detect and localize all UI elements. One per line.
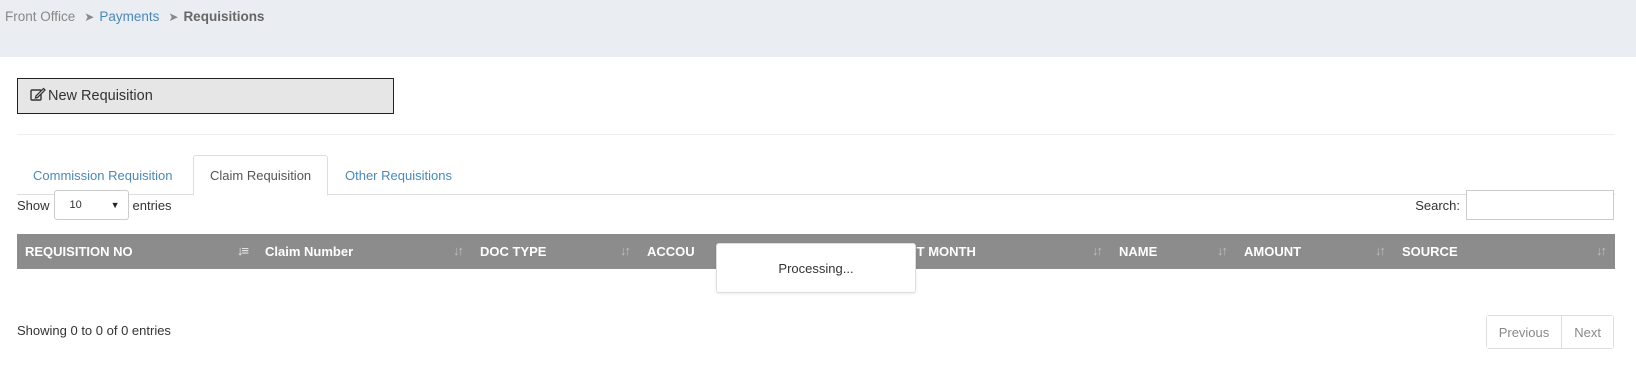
sort-icon: ↓↑: [453, 243, 464, 258]
edit-icon: [30, 87, 48, 106]
search-label: Search:: [1415, 197, 1460, 213]
next-button[interactable]: Next: [1561, 316, 1613, 348]
column-label: Claim Number: [265, 244, 354, 259]
sort-asc-icon: ↓≡: [236, 243, 249, 258]
top-bar: Front Office ➤ Payments ➤ Requisitions: [0, 0, 1636, 57]
column-requisition-no[interactable]: REQUISITION NO ↓≡: [17, 234, 257, 269]
caret-down-icon: ▼: [110, 200, 120, 210]
previous-button[interactable]: Previous: [1486, 316, 1562, 348]
new-requisition-label: New Requisition: [48, 88, 153, 104]
table-info: Showing 0 to 0 of 0 entries: [17, 323, 171, 338]
divider: [17, 134, 1615, 135]
breadcrumb-arrow-icon: ➤: [168, 9, 179, 24]
column-label: REQUISITION NO: [25, 244, 133, 259]
breadcrumb: Front Office ➤ Payments ➤ Requisitions: [5, 9, 264, 24]
show-label: Show: [17, 197, 50, 213]
column-source[interactable]: SOURCE ↓↑: [1394, 234, 1615, 269]
column-label: SOURCE: [1402, 244, 1458, 259]
column-doc-type[interactable]: DOC TYPE ↓↑: [472, 234, 639, 269]
sort-icon: ↓↑: [1092, 243, 1103, 258]
column-label: AMOUNT: [1244, 244, 1302, 259]
column-name[interactable]: NAME ↓↑: [1111, 234, 1236, 269]
column-amount[interactable]: AMOUNT ↓↑: [1236, 234, 1394, 269]
tab-other-requisitions[interactable]: Other Requisitions: [329, 155, 468, 196]
sort-icon: ↓↑: [620, 243, 631, 258]
column-label: DOC TYPE: [480, 244, 547, 259]
pagination: Previous Next: [1485, 315, 1614, 349]
breadcrumb-current: Requisitions: [183, 9, 265, 24]
requisition-tabs: Commission Requisition Claim Requisition…: [17, 155, 1615, 196]
main-content: New Requisition Commission Requisition C…: [0, 57, 1636, 376]
entries-select-value: 10: [69, 199, 82, 211]
column-label: ACCOU: [647, 244, 695, 259]
sort-icon: ↓↑: [1596, 243, 1607, 258]
processing-indicator: Processing...: [716, 243, 916, 293]
breadcrumb-home: Front Office: [5, 9, 76, 24]
search-input[interactable]: [1466, 190, 1614, 220]
breadcrumb-payments-link[interactable]: Payments: [99, 9, 159, 24]
sort-icon: ↓↑: [1217, 243, 1228, 258]
column-label: NAME: [1119, 244, 1158, 259]
entries-label: entries: [132, 197, 172, 213]
new-requisition-button[interactable]: New Requisition: [17, 78, 394, 114]
column-claim-number[interactable]: Claim Number ↓↑: [257, 234, 472, 269]
breadcrumb-arrow-icon: ➤: [84, 9, 95, 24]
tab-claim-requisition[interactable]: Claim Requisition: [193, 155, 329, 196]
entries-select[interactable]: 10 ▼: [53, 190, 129, 220]
entries-length-control: Show 10 ▼ entries: [17, 190, 172, 220]
search-control: Search:: [1415, 190, 1614, 220]
sort-icon: ↓↑: [1375, 243, 1386, 258]
